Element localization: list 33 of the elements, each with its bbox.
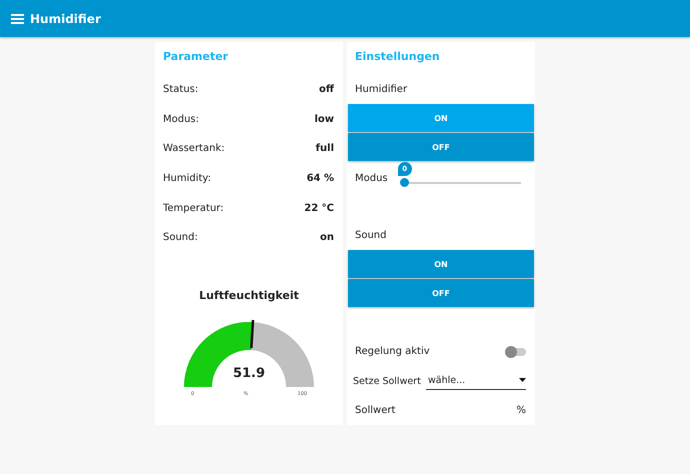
toggle-button[interactable]: OFF — [348, 133, 534, 162]
parameter-label: Humidity: — [163, 173, 211, 184]
parameter-value: low — [314, 114, 334, 125]
parameter-label: Wassertank: — [163, 143, 225, 154]
slider-label: Modus — [355, 173, 388, 184]
gauge-value: 51.9 — [232, 366, 266, 381]
dropdown-field[interactable]: wähle... — [426, 372, 526, 390]
parameter-value: 22 °C — [304, 202, 334, 214]
toggle-button[interactable]: OFF — [348, 279, 534, 308]
section-label: Sound — [355, 230, 386, 241]
app-title: Humidifier — [30, 12, 101, 26]
switch-label: Regelung aktiv — [355, 346, 430, 358]
toggle-button[interactable]: ON — [348, 250, 534, 278]
section-label: Humidifier — [355, 84, 408, 95]
parameter-value: on — [320, 232, 334, 244]
gauge-needle — [250, 320, 254, 348]
text-value: % — [516, 404, 526, 416]
card-title: Parameter — [162, 49, 230, 65]
menu-icon[interactable] — [11, 14, 24, 24]
toggle-button[interactable]: ON — [348, 104, 534, 132]
text-label: Sollwert — [355, 404, 396, 416]
select-label: Setze Sollwert — [353, 376, 421, 387]
parameter-label: Temperatur: — [163, 202, 224, 214]
parameter-value: off — [319, 84, 334, 96]
gauge-title: Luftfeuchtigkeit — [198, 288, 300, 302]
parameter-label: Status: — [163, 84, 198, 96]
parameter-value: 64 % — [306, 173, 334, 184]
parameter-label: Sound: — [163, 232, 198, 244]
parameter-value: full — [316, 143, 334, 154]
caret-icon — [519, 378, 526, 382]
parameter-label: Modus: — [163, 114, 200, 125]
toggle-switch[interactable] — [506, 348, 526, 356]
card-title: Einstellungen — [354, 49, 441, 65]
